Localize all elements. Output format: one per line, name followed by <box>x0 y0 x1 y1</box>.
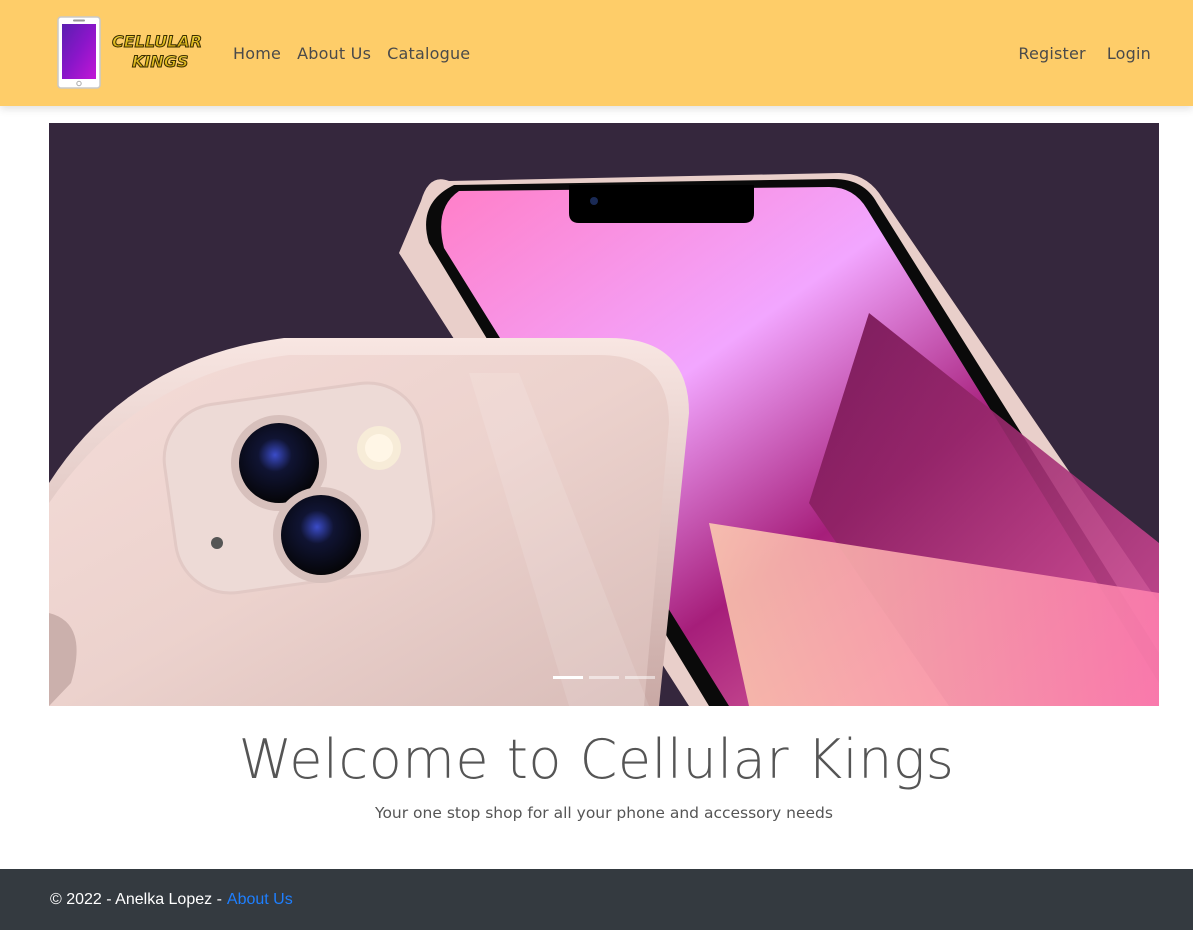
footer: © 2022 - Anelka Lopez - About Us <box>0 869 1193 930</box>
carousel-indicators <box>553 676 655 679</box>
nav-home-link[interactable]: Home <box>233 44 281 63</box>
svg-text:CELLULAR: CELLULAR <box>112 32 202 51</box>
hero-carousel[interactable] <box>49 123 1159 706</box>
brand-logo[interactable]: CELLULAR KINGS <box>56 15 206 90</box>
phone-icon <box>57 16 101 89</box>
carousel-indicator-3[interactable] <box>625 676 655 679</box>
nav-register-link[interactable]: Register <box>1018 44 1085 63</box>
footer-about-link[interactable]: About Us <box>227 891 293 909</box>
footer-copyright: © 2022 - Anelka Lopez - <box>50 890 222 908</box>
svg-text:KINGS: KINGS <box>132 52 188 71</box>
carousel-indicator-1[interactable] <box>553 676 583 679</box>
account-nav: Register Login <box>1018 0 1151 106</box>
welcome-subtitle: Your one stop shop for all your phone an… <box>375 804 833 822</box>
nav-login-link[interactable]: Login <box>1107 44 1151 63</box>
navbar: CELLULAR KINGS Home About Us Catalogue R… <box>0 0 1193 106</box>
main-nav: Home About Us Catalogue <box>233 0 470 106</box>
logo-graphic: CELLULAR KINGS <box>57 16 203 89</box>
carousel-indicator-2[interactable] <box>589 676 619 679</box>
nav-about-link[interactable]: About Us <box>297 44 371 63</box>
welcome-title: Welcome to Cellular Kings <box>238 728 955 791</box>
nav-catalogue-link[interactable]: Catalogue <box>387 44 470 63</box>
back-phone <box>49 338 689 706</box>
hero-phone-image <box>49 173 1159 706</box>
